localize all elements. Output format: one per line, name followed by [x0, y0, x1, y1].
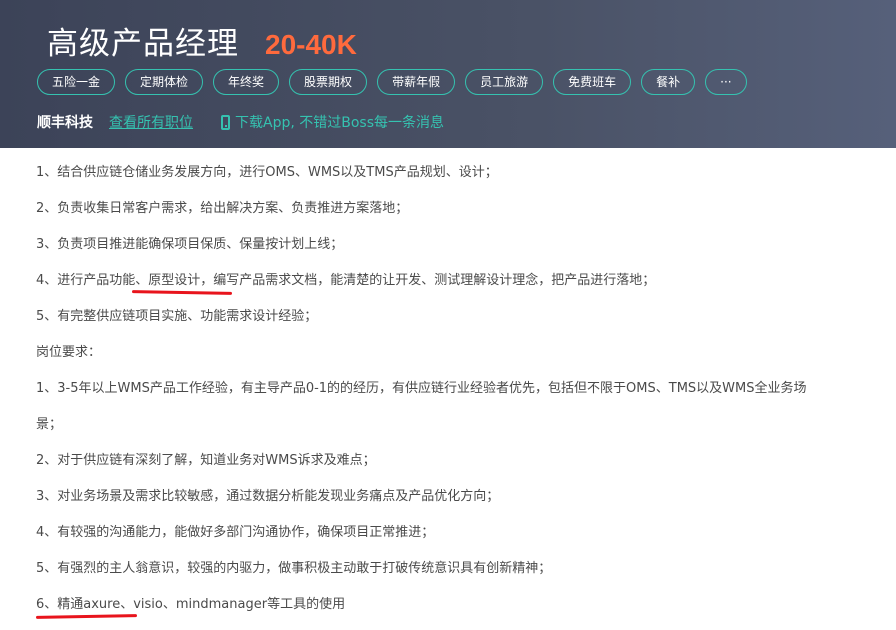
requirement-line: 3、对业务场景及需求比较敏感，通过数据分析能发现业务痛点及产品优化方向；	[36, 489, 500, 504]
salary: 20-40K	[265, 29, 357, 60]
requirement-line: 1、3-5年以上WMS产品工作经验，有主导产品0-1的的经历，有供应链行业经验者…	[36, 381, 807, 396]
requirement-line: 2、对于供应链有深刻了解，知道业务对WMS诉求及难点；	[36, 453, 376, 468]
requirement-line: 4、有较强的沟通能力，能做好多部门沟通协作，确保项目正常推进；	[36, 525, 435, 540]
benefit-tag: 年终奖	[213, 69, 280, 95]
description-line: 1、结合供应链仓储业务发展方向，进行OMS、WMS以及TMS产品规划、设计；	[36, 165, 498, 180]
app-download-label: 下载App, 不错过Boss每一条消息	[235, 115, 445, 131]
benefit-tag: 定期体检	[125, 69, 204, 95]
benefit-tag: 员工旅游	[465, 69, 544, 95]
phone-icon	[221, 114, 230, 130]
requirement-line: 6、精通axure、visio、mindmanager等工具的使用	[36, 597, 346, 612]
benefit-tag: 带薪年假	[377, 69, 456, 95]
more-tags-button[interactable]: ···	[705, 69, 747, 95]
benefit-tag: 餐补	[641, 69, 696, 95]
requirement-line: 5、有强烈的主人翁意识，较强的内驱力，做事积极主动敢于打破传统意识具有创新精神；	[36, 561, 552, 576]
app-download-link[interactable]: 下载App, 不错过Boss每一条消息	[221, 112, 444, 132]
job-description: 1、结合供应链仓储业务发展方向，进行OMS、WMS以及TMS产品规划、设计； 2…	[36, 155, 886, 623]
benefit-tag: 五险一金	[37, 69, 116, 95]
requirements-heading: 岗位要求：	[36, 345, 102, 360]
job-title: 高级产品经理	[47, 26, 239, 62]
company-name: 顺丰科技	[37, 115, 93, 131]
benefit-tag: 免费班车	[553, 69, 632, 95]
title-row: 高级产品经理 20-40K	[47, 18, 357, 63]
benefit-tags: 五险一金 定期体检 年终奖 股票期权 带薪年假 员工旅游 免费班车 餐补 ···	[37, 69, 747, 95]
all-jobs-link[interactable]: 查看所有职位	[109, 112, 193, 132]
description-line: 3、负责项目推进能确保项目保质、保量按计划上线；	[36, 237, 344, 252]
job-header: 高级产品经理 20-40K 五险一金 定期体检 年终奖 股票期权 带薪年假 员工…	[0, 0, 896, 148]
description-line: 2、负责收集日常客户需求，给出解决方案、负责推进方案落地；	[36, 201, 409, 216]
company-row: 顺丰科技 查看所有职位 下载App, 不错过Boss每一条消息	[37, 112, 444, 132]
requirement-line: 景；	[36, 417, 63, 432]
benefit-tag: 股票期权	[289, 69, 368, 95]
description-line: 5、有完整供应链项目实施、功能需求设计经验；	[36, 309, 318, 324]
